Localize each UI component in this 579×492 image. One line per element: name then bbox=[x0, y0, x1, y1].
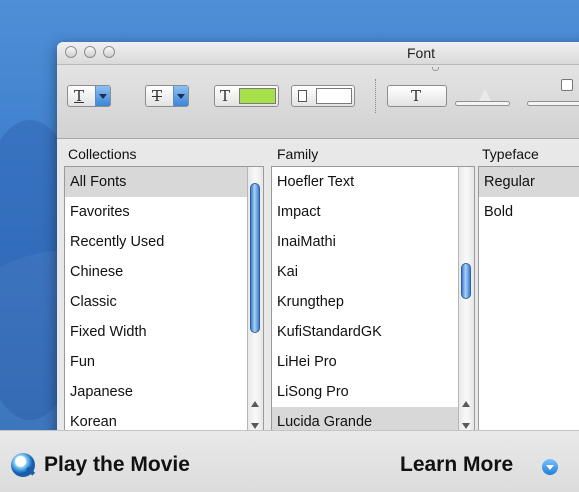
collection-row[interactable]: Favorites bbox=[65, 197, 263, 227]
font-panel-window: Font T T T T Collections Family Typeface… bbox=[57, 42, 579, 442]
toolbar-separator bbox=[375, 79, 376, 113]
family-row[interactable]: LiSong Pro bbox=[272, 377, 474, 407]
typeface-list[interactable]: Regular Bold bbox=[478, 166, 579, 436]
slider-track bbox=[455, 101, 510, 106]
document-color-swatch bbox=[316, 88, 352, 104]
scroll-thumb[interactable] bbox=[250, 183, 260, 333]
family-row[interactable]: Krungthep bbox=[272, 287, 474, 317]
title-bar[interactable]: Font bbox=[57, 42, 579, 65]
typeface-header: Typeface bbox=[482, 146, 539, 162]
underline-icon: T bbox=[74, 87, 85, 105]
typeface-row[interactable]: Regular bbox=[479, 167, 579, 197]
circle-down-arrow-icon[interactable] bbox=[542, 459, 558, 475]
collection-row[interactable]: All Fonts bbox=[65, 167, 263, 197]
collections-list[interactable]: All Fonts Favorites Recently Used Chinese Cl… bbox=[64, 166, 264, 436]
collections-scrollbar[interactable] bbox=[247, 167, 263, 435]
text-color-icon: T bbox=[220, 87, 231, 105]
chevron-down-icon bbox=[95, 86, 110, 106]
zoom-button[interactable] bbox=[103, 46, 115, 58]
minimize-button[interactable] bbox=[84, 46, 96, 58]
slider-knob[interactable] bbox=[561, 79, 573, 91]
collections-rows: All Fonts Favorites Recently Used Chinese Cl… bbox=[65, 167, 263, 435]
family-header: Family bbox=[277, 146, 319, 162]
scroll-up-icon[interactable] bbox=[462, 401, 470, 407]
family-rows: Hoefler Text Impact InaiMathi Kai Krungthep K… bbox=[272, 167, 474, 435]
typeface-rows: Regular Bold bbox=[479, 167, 579, 227]
family-row[interactable]: Impact bbox=[272, 197, 474, 227]
close-button[interactable] bbox=[65, 46, 77, 58]
quicktime-icon[interactable] bbox=[11, 453, 35, 477]
collection-row[interactable]: Japanese bbox=[65, 377, 263, 407]
family-list[interactable]: Hoefler Text Impact InaiMathi Kai Krungthep K… bbox=[271, 166, 475, 436]
family-row[interactable]: LiHei Pro bbox=[272, 347, 474, 377]
strikethrough-button[interactable]: T bbox=[145, 85, 189, 107]
scroll-down-icon[interactable] bbox=[251, 423, 259, 429]
font-toolbar: T T T T bbox=[57, 65, 579, 139]
scroll-up-icon[interactable] bbox=[251, 401, 259, 407]
chevron-down-icon bbox=[173, 86, 188, 106]
collection-row[interactable]: Classic bbox=[65, 287, 263, 317]
text-color-button[interactable]: T bbox=[214, 85, 279, 107]
footer-bar: Play the Movie Learn More bbox=[0, 430, 579, 492]
text-shadow-button[interactable]: T bbox=[387, 85, 447, 107]
shadow-icon: T bbox=[411, 87, 422, 105]
family-scrollbar[interactable] bbox=[458, 167, 474, 435]
family-row[interactable]: InaiMathi bbox=[272, 227, 474, 257]
slider-track bbox=[527, 101, 579, 106]
family-row[interactable]: Hoefler Text bbox=[272, 167, 474, 197]
collection-row[interactable]: Chinese bbox=[65, 257, 263, 287]
window-title: Font bbox=[407, 45, 436, 61]
typeface-row[interactable]: Bold bbox=[479, 197, 579, 227]
play-movie-link[interactable]: Play the Movie bbox=[44, 453, 190, 477]
slider-knob[interactable] bbox=[479, 89, 491, 101]
scroll-down-icon[interactable] bbox=[462, 423, 470, 429]
scroll-thumb[interactable] bbox=[461, 263, 471, 299]
collections-header: Collections bbox=[68, 146, 137, 162]
text-color-swatch bbox=[239, 88, 276, 104]
strikethrough-icon: T bbox=[152, 87, 163, 105]
underline-button[interactable]: T bbox=[67, 85, 111, 107]
toolbar-grip[interactable] bbox=[432, 67, 439, 71]
document-color-button[interactable] bbox=[291, 85, 355, 107]
collection-row[interactable]: Fun bbox=[65, 347, 263, 377]
document-icon bbox=[298, 90, 307, 102]
collection-row[interactable]: Recently Used bbox=[65, 227, 263, 257]
family-row[interactable]: Kai bbox=[272, 257, 474, 287]
family-row[interactable]: KufiStandardGK bbox=[272, 317, 474, 347]
learn-more-link[interactable]: Learn More bbox=[400, 453, 513, 477]
collection-row[interactable]: Fixed Width bbox=[65, 317, 263, 347]
